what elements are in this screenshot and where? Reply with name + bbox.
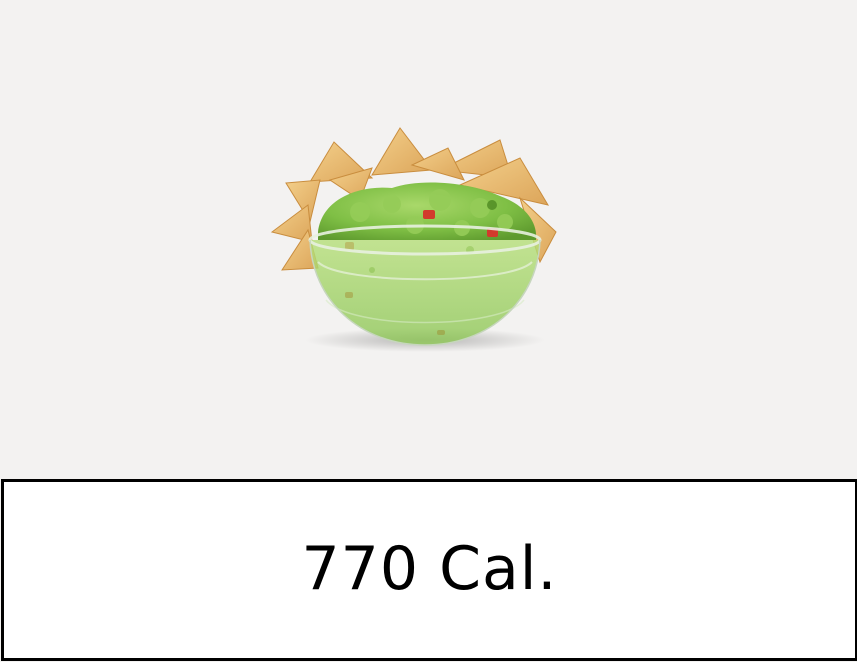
calorie-info-box: 770 Cal. xyxy=(1,479,857,661)
calorie-count: 770 Cal. xyxy=(301,534,558,604)
menu-item-card[interactable]: 770 Cal. xyxy=(0,0,857,662)
chips-and-guacamole-icon xyxy=(270,127,557,352)
product-image xyxy=(0,0,857,478)
